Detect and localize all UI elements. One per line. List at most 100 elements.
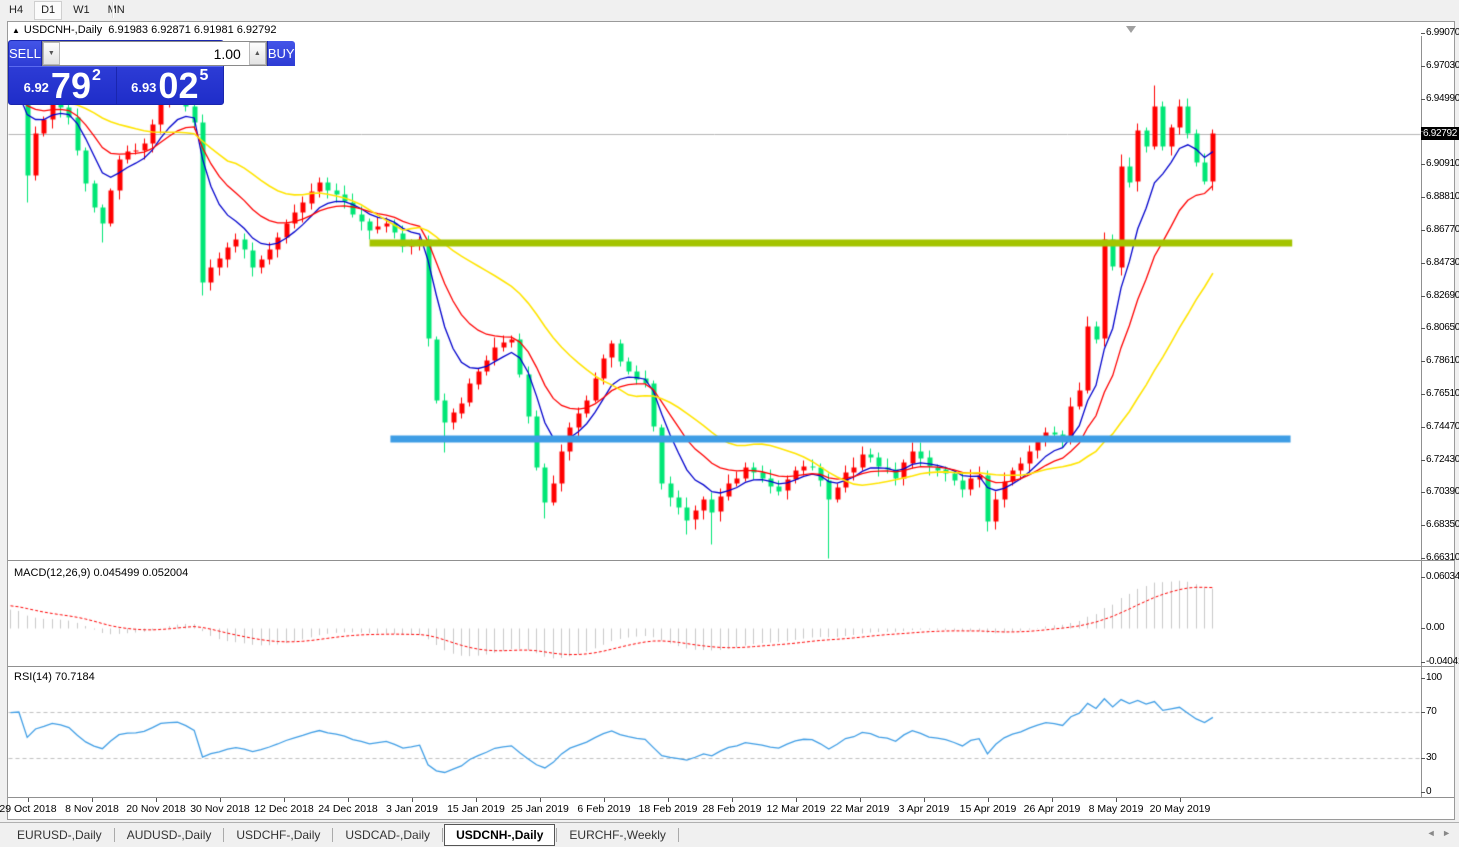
date-axis-tick: [156, 798, 157, 802]
date-axis-tick: [540, 798, 541, 802]
rsi-panel-canvas[interactable]: [8, 668, 1421, 797]
date-axis-tick: [604, 798, 605, 802]
price-axis-label: 6.80650: [1426, 322, 1459, 334]
indicator-axis-tick: [1421, 758, 1425, 759]
panel-separator[interactable]: [8, 560, 1454, 561]
sell-price-button[interactable]: 6.92 79 2: [9, 67, 117, 104]
indicator-axis-tick: [1421, 662, 1425, 663]
chart-tab-bar: EURUSD-,Daily AUDUSD-,Daily USDCHF-,Daily U…: [0, 822, 1459, 847]
price-axis-label: 6.70390: [1426, 486, 1459, 498]
price-axis-tick: [1421, 492, 1425, 493]
price-axis-label: 6.88810: [1426, 191, 1459, 203]
tab-separator: [442, 828, 444, 842]
date-axis-tick: [348, 798, 349, 802]
price-axis-tick: [1421, 99, 1425, 100]
chart-title: ▲ USDCNH-,Daily 6.91983 6.92871 6.91981 6…: [12, 24, 277, 36]
buy-price-big: 02: [158, 65, 199, 106]
buy-price-sup: 5: [199, 67, 209, 84]
price-axis-label: 6.99070: [1426, 27, 1459, 38]
date-axis-tick: [796, 798, 797, 802]
current-price-label: 6.92792: [1421, 127, 1459, 140]
timeframe-button-mn[interactable]: MN: [101, 1, 132, 20]
tab-separator: [677, 828, 679, 842]
volume-input[interactable]: [59, 42, 249, 65]
indicator-axis-tick: [1421, 712, 1425, 713]
sell-button[interactable]: SELL: [9, 41, 42, 66]
buy-button[interactable]: BUY: [266, 41, 295, 66]
date-axis-tick: [1116, 798, 1117, 802]
tab-usdchf-daily[interactable]: USDCHF-,Daily: [225, 826, 331, 845]
sell-price-small: 6.92: [23, 80, 49, 95]
date-axis[interactable]: 29 Oct 2018 8 Nov 2018 20 Nov 2018 30 Nov 2…: [0, 797, 1459, 820]
price-axis-tick: [1421, 427, 1425, 428]
rsi-indicator-label: RSI(14) 70.7184: [14, 671, 95, 683]
price-axis-tick: [1421, 525, 1425, 526]
indicator-axis-tick: [1421, 792, 1425, 793]
chevron-up-icon: ▲: [253, 50, 261, 57]
tab-eurchf-weekly[interactable]: EURCHF-,Weekly: [558, 826, 676, 845]
date-axis-label: 20 May 2019: [1149, 803, 1211, 815]
price-axis-tick: [1421, 361, 1425, 362]
buy-price-button[interactable]: 6.93 02 5: [117, 67, 224, 104]
timeframe-button-d1[interactable]: D1: [34, 1, 63, 20]
indicator-axis-label: 0: [1426, 786, 1432, 797]
tab-audusd-daily[interactable]: AUDUSD-,Daily: [116, 826, 223, 845]
price-axis-label: 6.97030: [1426, 59, 1459, 71]
macd-panel-canvas[interactable]: [8, 562, 1421, 666]
price-axis-tick: [1421, 328, 1425, 329]
chart-shift-marker-icon: [1126, 26, 1136, 33]
price-axis-label: 6.84730: [1426, 256, 1459, 268]
tab-eurusd-daily[interactable]: EURUSD-,Daily: [6, 826, 113, 845]
tab-separator: [223, 828, 225, 842]
main-chart-canvas[interactable]: [8, 36, 1421, 560]
volume-spinner: ▼ ▲: [41, 41, 267, 66]
volume-decrease-button[interactable]: ▼: [42, 42, 60, 65]
timeframe-button-w1[interactable]: W1: [66, 1, 97, 20]
indicator-axis-label: 70: [1426, 706, 1437, 718]
chart-title-ohlc: 6.91983 6.92871 6.91981 6.92792: [108, 24, 277, 36]
date-axis-tick: [476, 798, 477, 802]
price-axis-tick: [1421, 460, 1425, 461]
date-axis-tick: [412, 798, 413, 802]
date-axis-tick: [1052, 798, 1053, 802]
price-axis-tick: [1421, 66, 1425, 67]
date-axis-tick: [924, 798, 925, 802]
price-axis-label: 6.66310: [1426, 552, 1459, 563]
volume-increase-button[interactable]: ▲: [248, 42, 266, 65]
tab-separator: [332, 828, 334, 842]
sell-price-big: 79: [50, 65, 91, 106]
chevron-down-icon: ▼: [47, 50, 55, 57]
price-axis-tick: [1421, 33, 1425, 34]
timeframe-button-h4[interactable]: H4: [2, 1, 30, 20]
price-axis-label: 6.72430: [1426, 453, 1459, 465]
one-click-trading-panel: SELL ▼ ▲ BUY 6.92 79 2 6.93 02 5: [8, 40, 295, 105]
indicator-axis-tick: [1421, 628, 1425, 629]
tab-usdcad-daily[interactable]: USDCAD-,Daily: [334, 826, 441, 845]
date-axis-tick: [860, 798, 861, 802]
symbol-marker-icon: ▲: [12, 26, 20, 35]
date-axis-tick: [220, 798, 221, 802]
price-axis-tick: [1421, 296, 1425, 297]
date-axis-tick: [732, 798, 733, 802]
price-axis-label: 6.94990: [1426, 92, 1459, 104]
indicator-axis-label: 30: [1426, 751, 1437, 763]
price-axis-label: 6.76510: [1426, 387, 1459, 399]
price-axis-label: 6.86770: [1426, 223, 1459, 235]
price-axis-tick: [1421, 230, 1425, 231]
tab-scroll-arrows[interactable]: ◄ ►: [1427, 828, 1453, 838]
sell-price-sup: 2: [91, 67, 101, 84]
price-axis-tick: [1421, 131, 1425, 132]
date-axis-tick: [92, 798, 93, 802]
chart-title-symbol: USDCNH-,Daily: [23, 24, 103, 36]
toolbar-separator: [112, 2, 114, 18]
price-axis-tick: [1421, 558, 1425, 559]
price-axis-tick: [1421, 394, 1425, 395]
panel-separator[interactable]: [8, 666, 1454, 667]
timeframe-toolbar: H4 D1 W1 MN: [0, 0, 1459, 21]
price-axis-label: 6.78610: [1426, 355, 1459, 367]
price-axis-label: 6.74470: [1426, 420, 1459, 432]
price-axis-tick: [1421, 263, 1425, 264]
price-axis-tick: [1421, 164, 1425, 165]
price-axis-label: 6.90910: [1426, 158, 1459, 170]
tab-usdcnh-daily[interactable]: USDCNH-,Daily: [444, 824, 556, 846]
